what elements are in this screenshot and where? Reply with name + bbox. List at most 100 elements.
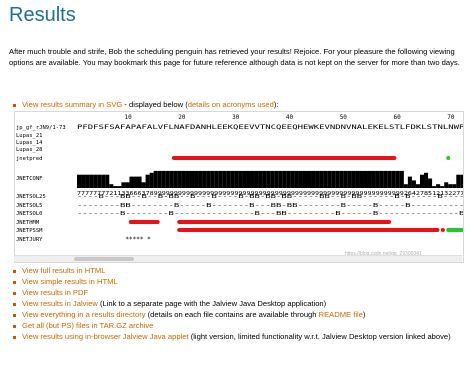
confidence-bar (278, 170, 283, 188)
results-link-item: View results using in-browser Jalview Ja… (13, 331, 463, 342)
confidence-bar (306, 170, 312, 188)
results-link-item: View full results in HTML (13, 265, 463, 276)
results-link[interactable]: View simple results in HTML (22, 277, 118, 286)
confidence-bar (141, 182, 146, 188)
confidence-bar (460, 174, 463, 188)
confidence-bar (411, 180, 416, 188)
scrollbar-thumb[interactable] (74, 257, 134, 261)
confidence-bar (230, 170, 235, 188)
confidence-bar (109, 184, 114, 188)
confidence-bar (161, 170, 166, 188)
confidence-bar (391, 170, 396, 188)
bullet-icon (13, 291, 16, 295)
row-label: jp_gf_rJN9/1-73 (16, 125, 66, 131)
confidence-bar (242, 170, 247, 188)
confidence-bar (214, 170, 219, 188)
readme-link[interactable]: README file (319, 310, 363, 319)
confidence-bar (262, 170, 267, 188)
confidence-bar (371, 170, 376, 188)
confidence-bar (343, 170, 348, 188)
solubility-track: --------B--------B---------------B---BB-… (77, 211, 463, 217)
bullet-icon (13, 269, 16, 273)
results-link-item: View everything in a results directory (… (13, 309, 463, 320)
results-link-item: View simple results in HTML (13, 276, 463, 287)
confidence-bar (383, 170, 388, 188)
svg-summary-line: View results summary in SVG - displayed … (13, 100, 278, 109)
link-description-end: ) (362, 310, 366, 319)
confidence-bar (157, 170, 162, 188)
confidence-bar (440, 186, 445, 188)
confidence-bar (294, 170, 299, 188)
confidence-bar (149, 172, 154, 188)
bullet-icon (13, 280, 16, 284)
row-label: Lupas_28 (16, 147, 43, 153)
confidence-bar (137, 176, 142, 188)
confidence-bar (222, 170, 227, 188)
confidence-bar (258, 170, 263, 188)
link-description: (Link to a separate page with the Jalvie… (97, 299, 327, 308)
confidence-bar (189, 170, 195, 188)
row-label: Lupas_14 (16, 140, 43, 146)
confidence-bar (246, 170, 251, 188)
confidence-bar (436, 184, 441, 188)
results-links-list: View full results in HTML View simple res… (13, 265, 463, 342)
row-label: JNETJURY (16, 237, 43, 243)
confidence-bar (359, 170, 364, 188)
row-label: JNETCONF (16, 176, 43, 182)
results-link[interactable]: View results using in-browser Jalview Ja… (22, 332, 189, 341)
bullet-icon (13, 103, 16, 107)
confidence-bar (129, 176, 134, 188)
confidence-bar (181, 170, 186, 188)
row-label: Lupas_21 (16, 133, 43, 139)
bullet-icon (13, 324, 16, 328)
row-label: JNETPSSM (16, 228, 43, 234)
confidence-bar (319, 170, 324, 188)
confidence-bar (327, 170, 332, 188)
confidence-bar (169, 170, 174, 188)
confidence-bar (198, 170, 203, 188)
results-link-item: Get all (but PS) files in TAR.GZ archive (13, 320, 463, 331)
confidence-bar (133, 176, 138, 188)
svg-line-end: ): (273, 100, 279, 109)
confidence-bar (335, 170, 340, 188)
confidence-bar (97, 174, 102, 188)
horizontal-scrollbar[interactable] (14, 255, 462, 262)
results-link[interactable]: View full results in HTML (22, 266, 105, 275)
ruler-tick-label: 50 (340, 114, 348, 121)
link-description: (light version, limited functionality w.… (188, 332, 451, 341)
sequence-text: PFDFSFSAFAPAFALVFLNAFDANHLEEKQEEVVTNCQEE… (77, 124, 463, 131)
confidence-bar (311, 170, 316, 188)
row-label: jnetpred (16, 156, 43, 162)
ruler-tick-label: 30 (232, 114, 240, 121)
bullet-icon (13, 302, 16, 306)
confidence-bar (274, 170, 279, 188)
confidence-bar (206, 170, 211, 188)
results-link-item: View results in Jalview (Link to a separ… (13, 298, 463, 309)
bullet-icon (13, 313, 16, 317)
alignment-panel[interactable]: 10 20 30 40 50 60 70 jp_gf_rJN9/1-73 Lupas_21 Lup… (14, 111, 464, 263)
confidence-bar (347, 170, 352, 188)
confidence-bar (105, 174, 110, 188)
confidence-bar (282, 170, 287, 188)
confidence-bar (226, 170, 231, 188)
results-link[interactable]: View results in PDF (22, 288, 88, 297)
confidence-bar (419, 174, 425, 188)
confidence-bar (355, 170, 360, 188)
results-link[interactable]: View everything in a results directory (22, 310, 146, 319)
confidence-bar (444, 182, 449, 188)
solubility-track: --------BB--------B-----B-------B---BB-B… (77, 203, 463, 209)
row-label: JNETSOL5 (16, 203, 43, 209)
confidence-bar (290, 170, 295, 188)
results-link[interactable]: View results in Jalview (22, 299, 98, 308)
svg-summary-link[interactable]: View results summary in SVG (22, 100, 122, 109)
confidence-bar (125, 182, 130, 188)
ruler-tick-label: 60 (393, 114, 401, 121)
confidence-bar (395, 170, 400, 188)
confidence-bar (339, 170, 344, 188)
acronyms-link[interactable]: details on acronyms used (188, 100, 274, 109)
confidence-bar (379, 170, 384, 188)
confidence-bar (302, 170, 307, 188)
results-link[interactable]: Get all (but PS) files in TAR.GZ archive (22, 321, 153, 330)
confidence-bar (117, 186, 122, 188)
confidence-bar (250, 170, 255, 188)
